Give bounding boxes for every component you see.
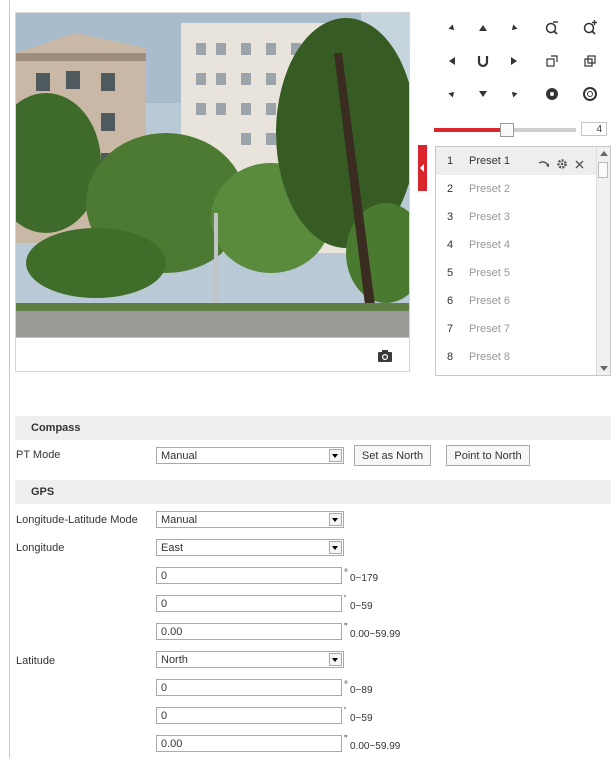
longitude-minute-input[interactable] bbox=[156, 595, 342, 612]
longitude-label: Longitude bbox=[16, 542, 65, 554]
degree-symbol: ° bbox=[344, 568, 348, 579]
ptz-left-button[interactable] bbox=[441, 50, 463, 72]
latitude-second-range: 0.00~59.99 bbox=[350, 741, 401, 752]
lon-lat-mode-label: Longitude-Latitude Mode bbox=[16, 514, 138, 526]
second-symbol: " bbox=[344, 622, 348, 633]
lon-lat-mode-select[interactable]: Manual bbox=[156, 511, 344, 528]
ptz-up-right-button[interactable] bbox=[503, 17, 525, 39]
pt-mode-label: PT Mode bbox=[16, 449, 61, 461]
preset-row[interactable]: 8 Preset 8 bbox=[436, 343, 596, 371]
ptz-speed-value: 4 bbox=[581, 122, 607, 136]
preset-row[interactable]: 6 Preset 6 bbox=[436, 287, 596, 315]
preset-name: Preset 1 bbox=[469, 155, 510, 167]
page-left-border bbox=[9, 0, 10, 758]
live-video-image[interactable] bbox=[16, 13, 409, 338]
preset-row[interactable]: 2 Preset 2 bbox=[436, 175, 596, 203]
preset-row[interactable]: 3 Preset 3 bbox=[436, 203, 596, 231]
preset-number: 6 bbox=[447, 295, 454, 307]
preset-row[interactable]: 1 Preset 1 bbox=[436, 147, 596, 175]
chevron-down-icon bbox=[329, 541, 342, 554]
preset-name: Preset 6 bbox=[469, 295, 510, 307]
preset-number: 2 bbox=[447, 183, 454, 195]
ptz-up-button[interactable] bbox=[472, 17, 494, 39]
preset-number: 3 bbox=[447, 211, 454, 223]
second-symbol: " bbox=[344, 734, 348, 745]
scroll-up-arrow-icon[interactable] bbox=[600, 151, 608, 156]
set-as-north-button[interactable]: Set as North bbox=[354, 445, 431, 466]
gps-section-header: GPS bbox=[15, 480, 611, 504]
chevron-down-icon bbox=[329, 449, 342, 462]
preset-row[interactable]: 4 Preset 4 bbox=[436, 231, 596, 259]
point-to-north-button[interactable]: Point to North bbox=[446, 445, 530, 466]
latitude-minute-input[interactable] bbox=[156, 707, 342, 724]
iris-open-icon[interactable] bbox=[579, 83, 601, 105]
preset-number: 4 bbox=[447, 239, 454, 251]
compass-section-header: Compass bbox=[15, 416, 611, 440]
latitude-degree-range: 0~89 bbox=[350, 685, 373, 696]
preset-number: 1 bbox=[447, 155, 454, 167]
ptz-right-button[interactable] bbox=[503, 50, 525, 72]
preset-name: Preset 2 bbox=[469, 183, 510, 195]
focus-far-icon[interactable] bbox=[579, 50, 601, 72]
preset-name: Preset 7 bbox=[469, 323, 510, 335]
chevron-down-icon bbox=[329, 513, 342, 526]
ptz-speed-slider-fill bbox=[434, 128, 506, 132]
longitude-degree-input[interactable] bbox=[156, 567, 342, 584]
zoom-out-icon[interactable] bbox=[541, 17, 563, 39]
preset-number: 7 bbox=[447, 323, 454, 335]
preset-number: 5 bbox=[447, 267, 454, 279]
scrollbar-thumb[interactable] bbox=[598, 162, 608, 178]
latitude-direction-value: North bbox=[161, 654, 188, 666]
minute-symbol: ' bbox=[344, 706, 346, 717]
ptz-speed-slider-thumb[interactable] bbox=[500, 123, 514, 137]
latitude-direction-select[interactable]: North bbox=[156, 651, 344, 668]
pt-mode-select[interactable]: Manual bbox=[156, 447, 344, 464]
focus-near-icon[interactable] bbox=[541, 50, 563, 72]
ptz-up-left-button[interactable] bbox=[441, 17, 463, 39]
latitude-minute-range: 0~59 bbox=[350, 713, 373, 724]
chevron-down-icon bbox=[329, 653, 342, 666]
longitude-degree-range: 0~179 bbox=[350, 573, 379, 584]
longitude-minute-range: 0~59 bbox=[350, 601, 373, 612]
ptz-down-button[interactable] bbox=[472, 83, 494, 105]
capture-picture-icon[interactable] bbox=[377, 349, 393, 363]
iris-close-icon[interactable] bbox=[541, 83, 563, 105]
ptz-auto-pan-button[interactable] bbox=[472, 50, 494, 72]
lon-lat-mode-value: Manual bbox=[161, 514, 198, 526]
longitude-direction-select[interactable]: East bbox=[156, 539, 344, 556]
live-view-panel bbox=[15, 12, 410, 372]
preset-name: Preset 8 bbox=[469, 351, 510, 363]
preset-name: Preset 4 bbox=[469, 239, 510, 251]
preset-list-scrollbar[interactable] bbox=[596, 147, 610, 375]
preset-name: Preset 3 bbox=[469, 211, 510, 223]
preset-name: Preset 5 bbox=[469, 267, 510, 279]
latitude-second-input[interactable] bbox=[156, 735, 342, 752]
preset-number: 8 bbox=[447, 351, 454, 363]
ptz-down-right-button[interactable] bbox=[503, 83, 525, 105]
longitude-direction-value: East bbox=[161, 542, 184, 554]
ptz-down-left-button[interactable] bbox=[441, 83, 463, 105]
latitude-degree-input[interactable] bbox=[156, 679, 342, 696]
scroll-down-arrow-icon[interactable] bbox=[600, 366, 608, 371]
degree-symbol: ° bbox=[344, 680, 348, 691]
pt-mode-value: Manual bbox=[161, 450, 198, 462]
preset-row[interactable]: 5 Preset 5 bbox=[436, 259, 596, 287]
zoom-in-icon[interactable] bbox=[579, 17, 601, 39]
latitude-label: Latitude bbox=[16, 655, 56, 667]
longitude-second-input[interactable] bbox=[156, 623, 342, 640]
longitude-second-range: 0.00~59.99 bbox=[350, 629, 401, 640]
minute-symbol: ' bbox=[344, 594, 346, 605]
preset-row[interactable]: 7 Preset 7 bbox=[436, 315, 596, 343]
ptz-speed-slider-track[interactable] bbox=[506, 128, 576, 132]
preset-list: 1 Preset 1 2 Preset 2 3 Preset 3 4 Prese… bbox=[435, 146, 611, 376]
panel-collapse-tab[interactable] bbox=[418, 145, 427, 191]
